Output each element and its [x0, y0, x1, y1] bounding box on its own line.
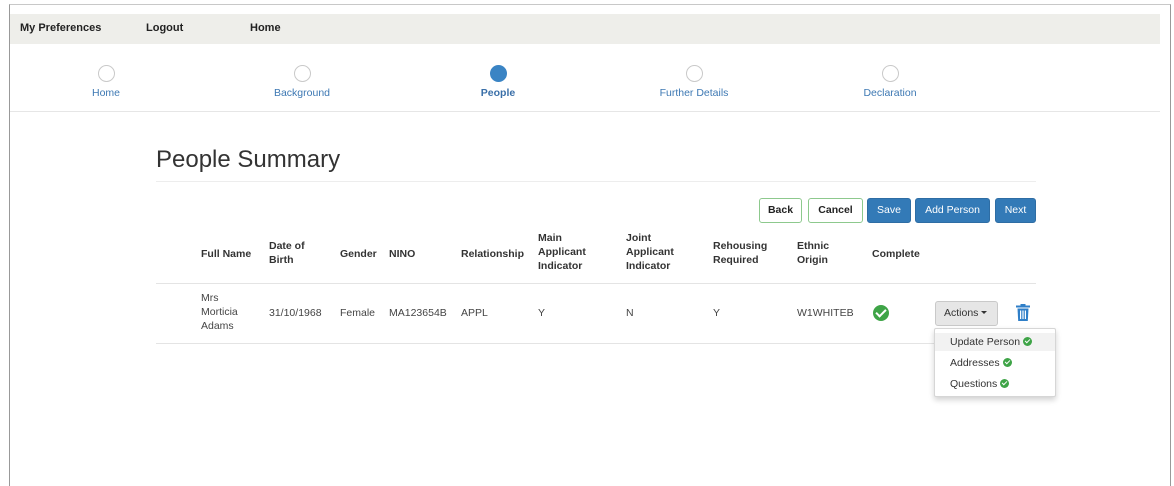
menu-item-label: Addresses	[950, 357, 1000, 369]
page-title: People Summary	[156, 146, 341, 173]
trash-icon[interactable]	[1016, 304, 1030, 321]
header-nino: NINO	[389, 248, 416, 260]
actions-label: Actions	[944, 307, 979, 319]
cell-gender: Female	[340, 307, 376, 319]
header-ethnic-origin: Ethnic Origin	[797, 239, 829, 267]
wizard-step-declaration[interactable]: Declaration	[820, 60, 960, 99]
nav-home[interactable]: Home	[250, 22, 281, 34]
step-label: Background	[273, 87, 331, 99]
step-circle-icon	[685, 65, 703, 82]
add-person-button[interactable]: Add Person	[915, 198, 990, 223]
name-title: Mrs	[201, 292, 219, 304]
header-joint-line2: Applicant	[626, 246, 674, 258]
header-rehousing-line1: Rehousing	[713, 240, 768, 252]
step-circle-icon	[97, 65, 115, 82]
step-label: Home	[91, 87, 120, 99]
step-circle-icon	[489, 65, 507, 82]
cell-relationship: APPL	[461, 307, 488, 319]
top-navbar: My Preferences Logout Home	[10, 14, 1160, 44]
check-circle-icon	[1002, 358, 1012, 367]
header-joint-applicant: Joint Applicant Indicator	[626, 231, 674, 273]
cell-main-applicant: Y	[538, 307, 546, 319]
step-circle-icon	[881, 65, 899, 82]
wizard-steps: Home Background People Further Details D…	[10, 60, 1160, 112]
step-circle-icon	[293, 65, 311, 82]
name-last: Adams	[201, 320, 234, 332]
header-ethnic-line1: Ethnic	[797, 240, 830, 252]
step-label: Declaration	[863, 87, 917, 99]
table-row-divider	[156, 343, 1036, 344]
header-joint-line3: Indicator	[626, 260, 671, 272]
header-rehousing-line2: Required	[713, 254, 759, 266]
wizard-step-further-details[interactable]: Further Details	[624, 60, 764, 99]
wizard-step-people[interactable]: People	[428, 60, 568, 99]
check-circle-icon	[1000, 379, 1010, 388]
header-gender: Gender	[340, 248, 377, 260]
complete-check-icon	[873, 305, 889, 321]
header-main-line1: Main	[538, 232, 562, 244]
cell-dob: 31/10/1968	[269, 307, 322, 319]
cell-nino: MA123654B	[389, 307, 447, 319]
actions-dropdown-menu: Update Person Addresses Questions	[934, 328, 1056, 397]
menu-item-label: Update Person	[950, 336, 1021, 348]
menu-item-addresses[interactable]: Addresses	[935, 354, 1055, 372]
cell-rehousing: Y	[713, 307, 721, 319]
step-label: People	[480, 87, 516, 99]
header-ethnic-line2: Origin	[797, 254, 828, 266]
table-header-divider	[156, 283, 1036, 284]
header-dob: Date of Birth	[269, 239, 305, 267]
back-button[interactable]: Back	[759, 198, 802, 223]
menu-item-label: Questions	[950, 378, 998, 390]
cell-ethnic-origin: W1WHITEB	[797, 307, 854, 319]
header-joint-line1: Joint	[626, 232, 652, 244]
caret-down-icon	[981, 311, 988, 314]
header-main-line3: Indicator	[538, 260, 583, 272]
next-button[interactable]: Next	[995, 198, 1036, 223]
name-first: Morticia	[201, 306, 238, 318]
header-rehousing: Rehousing Required	[713, 239, 767, 267]
header-dob-line2: Birth	[269, 254, 294, 266]
header-main-line2: Applicant	[538, 246, 586, 258]
wizard-step-background[interactable]: Background	[232, 60, 372, 99]
header-full-name: Full Name	[201, 248, 252, 260]
title-divider	[156, 181, 1036, 182]
check-circle-icon	[1023, 337, 1033, 346]
actions-dropdown-button[interactable]: Actions	[935, 301, 998, 326]
wizard-step-home[interactable]: Home	[36, 60, 176, 99]
nav-logout[interactable]: Logout	[146, 22, 183, 34]
menu-item-questions[interactable]: Questions	[935, 375, 1055, 393]
step-label: Further Details	[659, 87, 729, 99]
save-button[interactable]: Save	[867, 198, 911, 223]
header-complete: Complete	[872, 248, 920, 260]
cell-joint-applicant: N	[626, 307, 634, 319]
cancel-button[interactable]: Cancel	[808, 198, 863, 223]
nav-my-preferences[interactable]: My Preferences	[20, 22, 101, 34]
header-dob-line1: Date of	[269, 240, 305, 252]
header-relationship: Relationship	[461, 248, 525, 260]
cell-full-name: Mrs Morticia Adams	[201, 291, 238, 333]
menu-item-update-person[interactable]: Update Person	[935, 333, 1055, 351]
header-main-applicant: Main Applicant Indicator	[538, 231, 586, 273]
